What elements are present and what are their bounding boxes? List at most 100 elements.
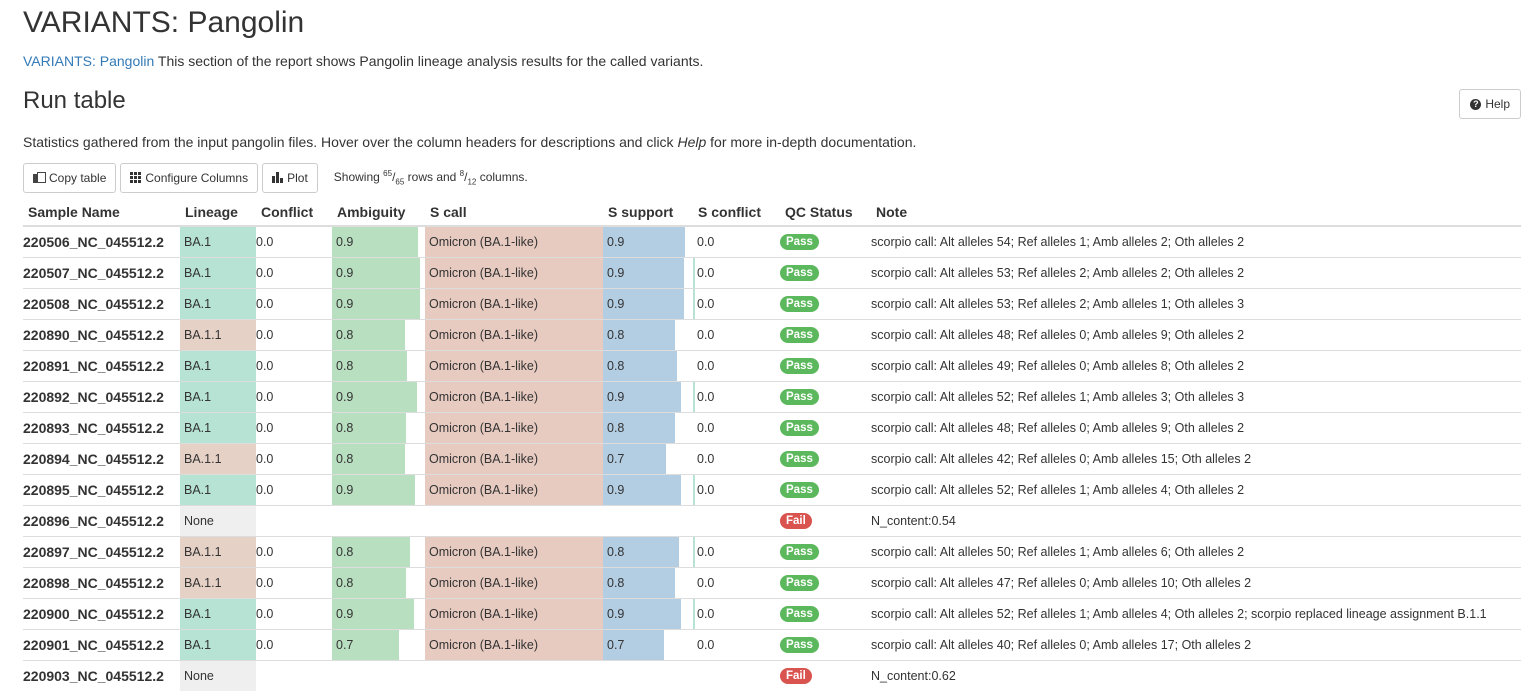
cell-qc-status: Pass <box>780 536 871 568</box>
cell-note: scorpio call: Alt alleles 54; Ref allele… <box>871 225 1521 258</box>
cell-qc-status: Fail <box>780 505 871 537</box>
cell-lineage: None <box>180 505 256 537</box>
cell-lineage: BA.1 <box>180 257 256 289</box>
cell-conflict <box>256 505 332 537</box>
table-row: 220891_NC_045512.2 BA.1 0.0 0.8 Omicron (BA.… <box>23 350 1521 382</box>
col-header-note[interactable]: Note <box>871 198 1521 227</box>
s-call-value: Omicron (BA.1-like) <box>429 545 539 559</box>
col-header-conflict[interactable]: Conflict <box>256 198 332 227</box>
ambiguity-value: 0.8 <box>336 359 354 373</box>
lineage-value: None <box>180 506 256 536</box>
lineage-value: BA.1 <box>180 227 256 257</box>
cell-note: scorpio call: Alt alleles 52; Ref allele… <box>871 381 1521 413</box>
cell-conflict: 0.0 <box>256 567 332 599</box>
copy-icon <box>33 171 46 184</box>
cell-note: scorpio call: Alt alleles 52; Ref allele… <box>871 474 1521 506</box>
desc-text-2: for more in-depth documentation. <box>706 134 917 150</box>
lineage-value: BA.1.1 <box>180 537 256 567</box>
s-conflict-value: 0.0 <box>697 576 715 590</box>
s-support-value: 0.8 <box>607 328 625 342</box>
cell-s-support: 0.9 <box>603 474 693 506</box>
s-conflict-value <box>693 514 701 528</box>
table-row: 220893_NC_045512.2 BA.1 0.0 0.8 Omicron (BA.… <box>23 412 1521 444</box>
cell-note: scorpio call: Alt alleles 48; Ref allele… <box>871 319 1521 351</box>
cell-s-call: Omicron (BA.1-like) <box>425 629 603 661</box>
cell-qc-status: Fail <box>780 660 871 692</box>
ambiguity-value: 0.8 <box>336 576 354 590</box>
col-header-s-call[interactable]: S call <box>425 198 603 227</box>
cell-conflict: 0.0 <box>256 225 332 258</box>
cell-qc-status: Pass <box>780 381 871 413</box>
cell-conflict: 0.0 <box>256 381 332 413</box>
col-header-s-support[interactable]: S support <box>603 198 693 227</box>
cell-note: scorpio call: Alt alleles 47; Ref allele… <box>871 567 1521 599</box>
col-header-ambiguity[interactable]: Ambiguity <box>332 198 425 227</box>
ambiguity-value: 0.9 <box>336 390 354 404</box>
s-support-value: 0.9 <box>607 483 625 497</box>
section-anchor-link[interactable]: VARIANTS: Pangolin <box>23 53 154 69</box>
cell-conflict: 0.0 <box>256 319 332 351</box>
cell-lineage: BA.1 <box>180 381 256 413</box>
ambiguity-value: 0.9 <box>336 607 354 621</box>
s-support-value: 0.7 <box>607 452 625 466</box>
cell-s-call: Omicron (BA.1-like) <box>425 567 603 599</box>
cell-s-support <box>603 660 693 692</box>
run-table: Sample Name Lineage Conflict Ambiguity S… <box>23 198 1521 692</box>
page-title: VARIANTS: Pangolin <box>23 6 305 39</box>
status-badge: Pass <box>780 606 819 622</box>
help-label: Help <box>1485 97 1510 111</box>
cell-s-support: 0.8 <box>603 350 693 382</box>
copy-table-label: Copy table <box>49 170 107 185</box>
s-call-value: Omicron (BA.1-like) <box>429 607 539 621</box>
cell-s-support: 0.8 <box>603 536 693 568</box>
table-row: 220890_NC_045512.2 BA.1.1 0.0 0.8 Omicron (B… <box>23 319 1521 351</box>
s-call-value: Omicron (BA.1-like) <box>429 390 539 404</box>
cell-sample-name: 220508_NC_045512.2 <box>23 288 180 320</box>
s-support-value: 0.9 <box>607 235 625 249</box>
cell-note: scorpio call: Alt alleles 42; Ref allele… <box>871 443 1521 475</box>
plot-button[interactable]: Plot <box>262 162 318 193</box>
s-call-value: Omicron (BA.1-like) <box>429 266 539 280</box>
bar-chart-icon <box>272 172 284 183</box>
cell-s-support: 0.9 <box>603 598 693 630</box>
lineage-value: BA.1 <box>180 289 256 319</box>
s-conflict-value: 0.0 <box>697 607 715 621</box>
cell-s-support: 0.8 <box>603 412 693 444</box>
s-call-value: Omicron (BA.1-like) <box>429 452 539 466</box>
section-header: Run table ? Help <box>23 80 1521 130</box>
col-header-lineage[interactable]: Lineage <box>180 198 256 227</box>
cell-s-support <box>603 505 693 537</box>
lineage-value: BA.1 <box>180 475 256 505</box>
cell-qc-status: Pass <box>780 598 871 630</box>
s-conflict-value: 0.0 <box>697 328 715 342</box>
lineage-value: BA.1 <box>180 258 256 288</box>
table-row: 220507_NC_045512.2 BA.1 0.0 0.9 Omicron (BA.… <box>23 257 1521 289</box>
cell-lineage: BA.1 <box>180 225 256 258</box>
col-header-s-conflict[interactable]: S conflict <box>693 198 780 227</box>
status-badge: Pass <box>780 637 819 653</box>
table-row: 220897_NC_045512.2 BA.1.1 0.0 0.8 Omicron (B… <box>23 536 1521 568</box>
cell-note: scorpio call: Alt alleles 53; Ref allele… <box>871 257 1521 289</box>
page: VARIANTS: Pangolin VARIANTS: Pangolin Th… <box>0 0 1533 692</box>
cell-s-support: 0.9 <box>603 381 693 413</box>
cell-sample-name: 220893_NC_045512.2 <box>23 412 180 444</box>
s-conflict-value: 0.0 <box>697 297 715 311</box>
col-header-sample-name[interactable]: Sample Name <box>23 198 180 227</box>
intro-text: This section of the report shows Pangoli… <box>154 53 704 69</box>
s-call-value <box>425 669 433 683</box>
copy-table-button[interactable]: Copy table <box>23 162 117 193</box>
cell-note: scorpio call: Alt alleles 49; Ref allele… <box>871 350 1521 382</box>
configure-columns-button[interactable]: Configure Columns <box>120 162 259 193</box>
s-support-value: 0.7 <box>607 638 625 652</box>
col-header-qc-status[interactable]: QC Status <box>780 198 871 227</box>
cell-sample-name: 220895_NC_045512.2 <box>23 474 180 506</box>
cell-ambiguity: 0.8 <box>332 536 425 568</box>
help-button[interactable]: ? Help <box>1459 89 1521 119</box>
ambiguity-value: 0.7 <box>336 638 354 652</box>
s-conflict-value: 0.0 <box>697 266 715 280</box>
s-conflict-value <box>693 669 701 683</box>
cell-s-conflict: 0.0 <box>693 381 780 413</box>
cell-qc-status: Pass <box>780 629 871 661</box>
cell-qc-status: Pass <box>780 319 871 351</box>
question-circle-icon: ? <box>1470 98 1482 110</box>
